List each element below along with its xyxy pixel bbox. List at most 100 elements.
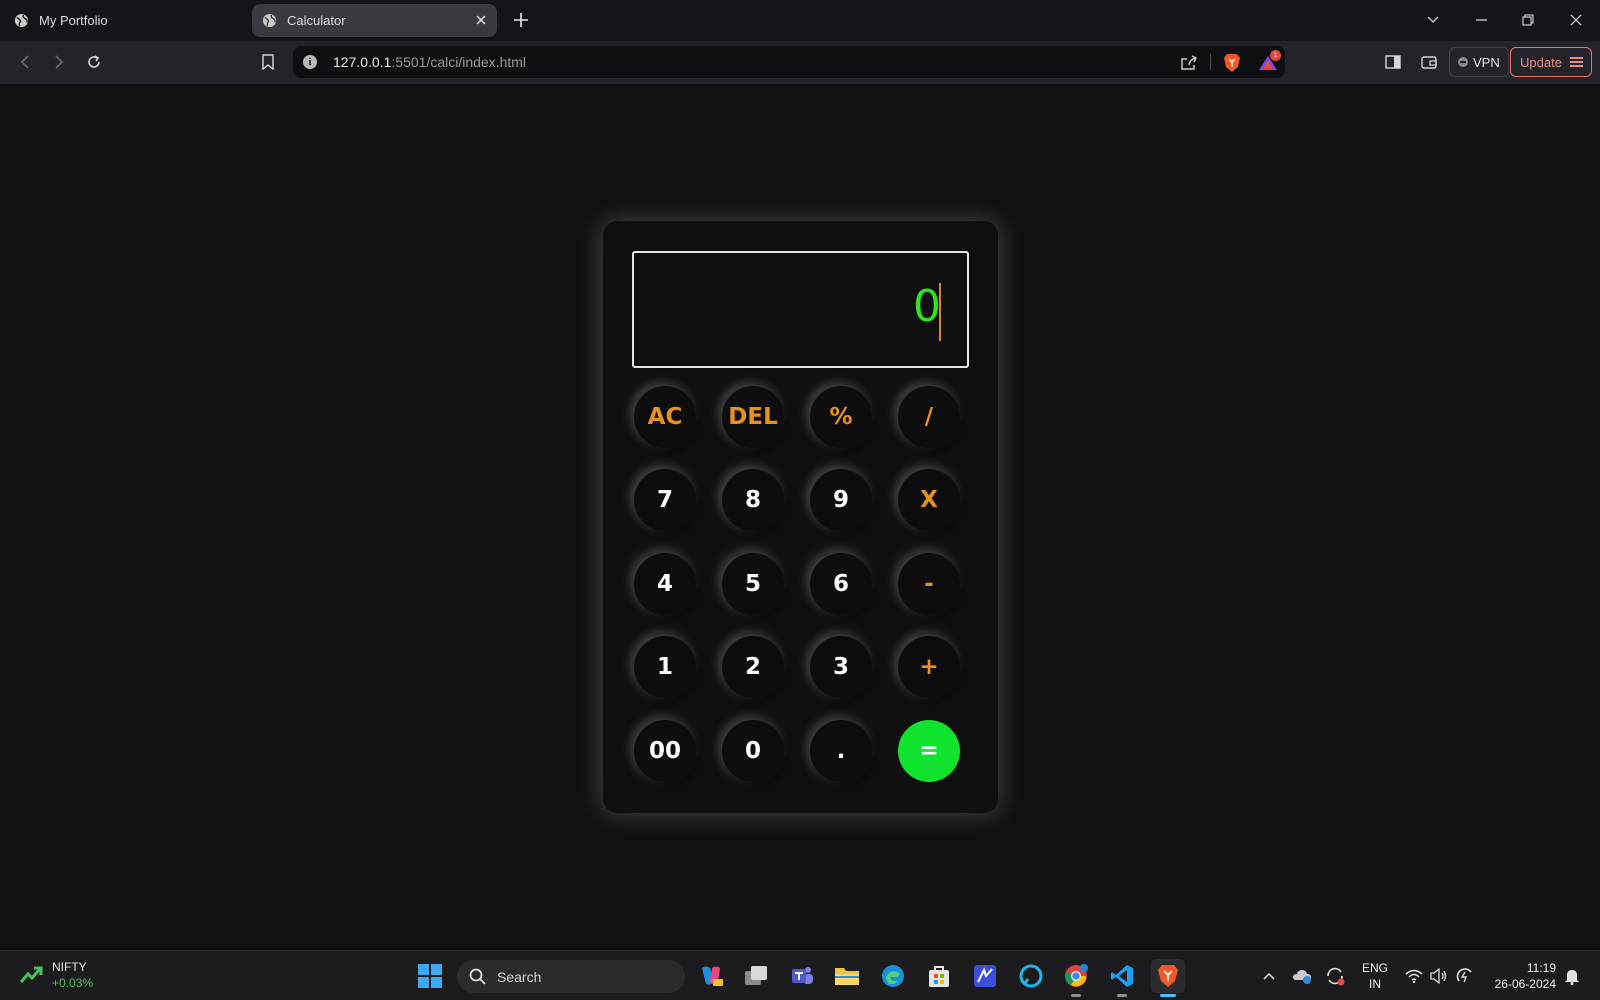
microsoft-store-app[interactable] [922, 959, 956, 993]
close-tab-icon[interactable] [473, 12, 489, 28]
tab-my-portfolio[interactable]: My Portfolio [8, 4, 248, 37]
start-button[interactable] [413, 959, 447, 993]
chrome-app[interactable] [1059, 959, 1093, 997]
tab-calculator[interactable]: Calculator [252, 4, 497, 37]
task-view-app[interactable] [739, 959, 773, 993]
vpn-status-icon [1458, 57, 1468, 67]
file-explorer-app[interactable] [830, 959, 864, 993]
notification-badge: 1 [1270, 50, 1281, 61]
digit-6-button[interactable]: 6 [810, 553, 872, 615]
equals-button[interactable]: = [898, 720, 960, 782]
digit-3-button[interactable]: 3 [810, 636, 872, 698]
digit-0-button[interactable]: 0 [722, 720, 784, 782]
double-zero-button[interactable]: 00 [634, 720, 696, 782]
tab-search-chevron-icon[interactable] [1423, 10, 1443, 30]
edge-app[interactable] [876, 959, 910, 993]
notifications-bell-icon[interactable] [1562, 966, 1582, 986]
tab-strip: My Portfolio Calculator [0, 0, 1600, 41]
search-placeholder: Search [497, 968, 542, 985]
brave-rewards-icon[interactable]: 1 [1258, 50, 1281, 73]
bookmark-icon[interactable] [258, 52, 278, 72]
back-icon[interactable] [15, 52, 35, 72]
running-indicator [1117, 994, 1127, 997]
sketch-app[interactable] [968, 959, 1002, 993]
percent-button[interactable]: % [810, 386, 872, 448]
windows-icon [418, 964, 442, 988]
text-caret [939, 283, 941, 341]
running-indicator [1160, 994, 1176, 997]
url-divider [1210, 54, 1211, 70]
vscode-icon [1111, 965, 1133, 987]
trend-up-icon [20, 966, 43, 983]
task-view-icon [745, 966, 767, 985]
taskbar: NIFTY +0.03% Search ENG IN 11:19 26-06-2… [0, 950, 1600, 1000]
multiply-button[interactable]: X [898, 469, 960, 531]
wifi-icon[interactable] [1404, 966, 1424, 986]
add-button[interactable]: + [898, 636, 960, 698]
teams-icon [792, 967, 813, 984]
brave-shields-icon[interactable] [1222, 53, 1242, 73]
stock-widget[interactable]: NIFTY +0.03% [20, 959, 93, 991]
system-clock[interactable]: 11:19 26-06-2024 [1488, 960, 1556, 992]
reload-icon[interactable] [84, 52, 104, 72]
sketch-pen-icon [974, 965, 996, 987]
teams-app[interactable] [785, 959, 819, 993]
calculator-display[interactable]: 0 [632, 251, 969, 368]
brave-app[interactable] [1151, 959, 1185, 997]
forward-icon[interactable] [49, 52, 69, 72]
digit-2-button[interactable]: 2 [722, 636, 784, 698]
taskbar-search[interactable]: Search [457, 960, 685, 993]
display-value: 0 [913, 281, 941, 332]
update-button[interactable]: Update [1510, 47, 1592, 77]
browser-toolbar: i 127.0.0.1:5501/calci/index.html 1 VPN … [0, 41, 1600, 84]
digit-8-button[interactable]: 8 [722, 469, 784, 531]
edge-icon [882, 965, 904, 987]
folder-icon [835, 968, 859, 985]
digit-7-button[interactable]: 7 [634, 469, 696, 531]
address-bar[interactable]: i 127.0.0.1:5501/calci/index.html 1 [293, 46, 1285, 78]
widget-change: +0.03% [52, 976, 94, 990]
url-text[interactable]: 127.0.0.1:5501/calci/index.html [333, 54, 526, 70]
site-info-icon[interactable]: i [303, 55, 317, 69]
digit-5-button[interactable]: 5 [722, 553, 784, 615]
calculator: 0 AC DEL%/7 8 9 X 4 5 6-1 2 3 +00 0. = [603, 221, 998, 813]
copilot-app[interactable] [694, 959, 728, 993]
wallet-icon[interactable] [1419, 52, 1439, 72]
decimal-button[interactable]: . [810, 720, 872, 782]
store-icon [929, 966, 949, 987]
tab-title: My Portfolio [39, 13, 108, 28]
subtract-button[interactable]: - [898, 553, 960, 615]
brave-icon [1158, 965, 1178, 987]
new-tab-button[interactable] [511, 10, 531, 30]
sidebar-toggle-icon[interactable] [1383, 52, 1403, 72]
close-window-icon[interactable] [1566, 10, 1586, 30]
tab-title: Calculator [287, 13, 346, 28]
digit-1-button[interactable]: 1 [634, 636, 696, 698]
sync-icon[interactable] [1325, 966, 1345, 986]
digit-9-button[interactable]: 9 [810, 469, 872, 531]
onedrive-icon[interactable] [1292, 966, 1312, 986]
chrome-icon [1065, 964, 1088, 987]
delete-button[interactable]: DEL [722, 386, 784, 448]
digit-4-button[interactable]: 4 [634, 553, 696, 615]
search-icon [469, 968, 486, 985]
alexa-icon [1019, 964, 1043, 988]
globe-icon [14, 13, 29, 28]
volume-icon[interactable] [1429, 966, 1449, 986]
language-indicator[interactable]: ENG IN [1362, 960, 1388, 992]
show-hidden-icons-chevron-icon[interactable] [1259, 966, 1279, 986]
vscode-app[interactable] [1105, 959, 1139, 997]
vpn-button[interactable]: VPN [1449, 47, 1509, 77]
all-clear-button[interactable]: AC [634, 386, 696, 448]
divide-button[interactable]: / [898, 386, 960, 448]
restore-icon[interactable] [1518, 10, 1538, 30]
running-indicator [1071, 994, 1081, 997]
alexa-app[interactable] [1014, 959, 1048, 993]
minimize-icon[interactable] [1471, 10, 1491, 30]
menu-icon [1570, 57, 1583, 67]
battery-icon[interactable] [1455, 966, 1475, 986]
copilot-icon [702, 966, 723, 986]
widget-name: NIFTY [52, 960, 87, 974]
share-icon[interactable] [1179, 53, 1199, 73]
globe-icon [262, 13, 277, 28]
